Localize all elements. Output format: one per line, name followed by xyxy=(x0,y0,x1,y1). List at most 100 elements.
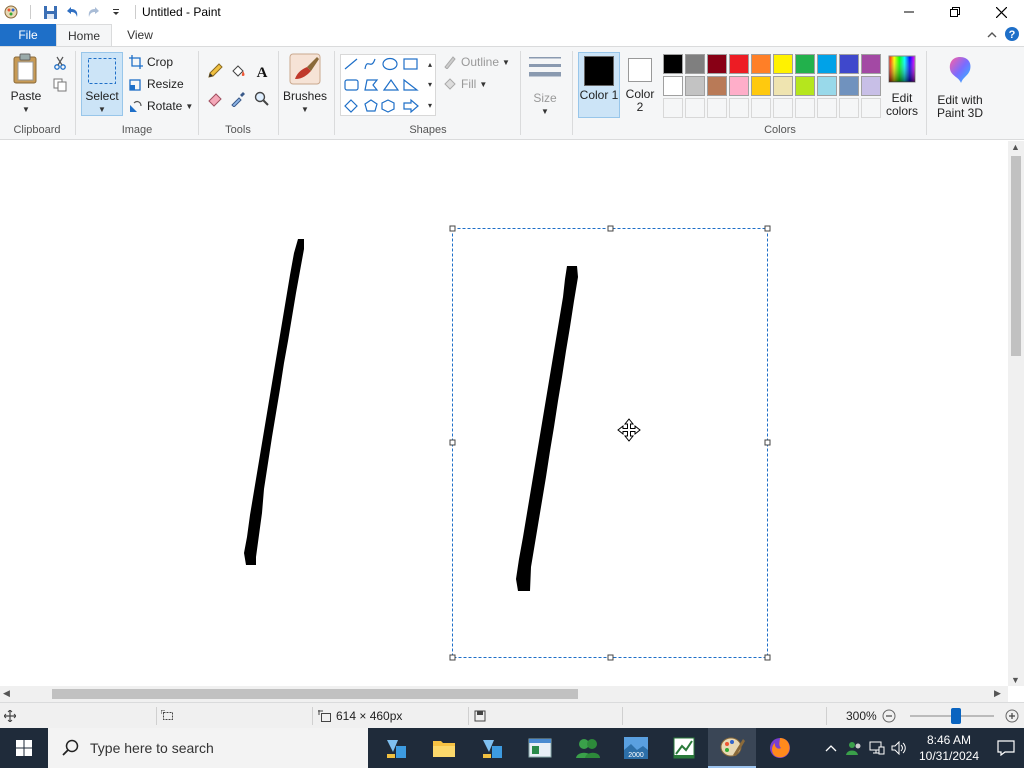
help-icon[interactable]: ? xyxy=(1004,26,1020,45)
size-button[interactable]: Size ▼ xyxy=(524,55,566,118)
text-tool-icon[interactable]: A xyxy=(254,63,270,79)
palette-swatch[interactable] xyxy=(861,54,881,74)
tab-file[interactable]: File xyxy=(0,24,56,46)
maximize-button[interactable] xyxy=(932,0,978,24)
select-button[interactable]: Select ▼ xyxy=(81,52,123,116)
cut-icon[interactable] xyxy=(52,55,68,71)
taskbar-paint-icon[interactable] xyxy=(708,728,756,768)
shapes-gallery[interactable] xyxy=(340,54,436,116)
selection-handle-n[interactable] xyxy=(607,225,614,232)
customize-qat-chevron-icon[interactable] xyxy=(107,3,125,21)
palette-swatch[interactable] xyxy=(663,76,683,96)
taskbar-app-vs-code-icon[interactable] xyxy=(372,728,420,768)
tab-view[interactable]: View xyxy=(112,24,168,46)
taskbar-app-users-icon[interactable] xyxy=(564,728,612,768)
save-icon[interactable] xyxy=(41,3,59,21)
scroll-right-icon[interactable]: ▶ xyxy=(994,688,1001,699)
fill-bucket-icon[interactable] xyxy=(230,63,246,79)
custom-color-slot[interactable] xyxy=(663,98,683,118)
zoom-in-button[interactable] xyxy=(1005,703,1019,729)
outline-button[interactable]: Outline ▼ xyxy=(442,52,510,72)
vertical-scrollbar[interactable]: ▲ ▼ xyxy=(1008,141,1024,686)
edit-with-paint3d-button[interactable]: Edit with Paint 3D xyxy=(930,55,990,120)
vertical-scroll-thumb[interactable] xyxy=(1011,156,1021,356)
paint-app-icon[interactable] xyxy=(2,3,20,21)
color2-button[interactable]: Color 2 xyxy=(622,55,658,119)
palette-swatch[interactable] xyxy=(729,54,749,74)
taskbar-app-window-icon[interactable] xyxy=(516,728,564,768)
notifications-icon[interactable] xyxy=(988,740,1024,756)
gallery-up-icon[interactable]: ▴ xyxy=(428,60,432,69)
canvas-workspace[interactable] xyxy=(0,141,1008,686)
eraser-icon[interactable] xyxy=(207,91,223,107)
scroll-up-icon[interactable]: ▲ xyxy=(1011,142,1020,152)
redo-icon[interactable] xyxy=(85,3,103,21)
custom-color-slot[interactable] xyxy=(751,98,771,118)
custom-color-slot[interactable] xyxy=(729,98,749,118)
scroll-left-icon[interactable]: ◀ xyxy=(3,688,10,699)
taskbar-app-vs-icon[interactable] xyxy=(468,728,516,768)
gallery-more-icon[interactable]: ▾ xyxy=(428,101,432,110)
horizontal-scroll-thumb[interactable] xyxy=(52,689,578,699)
custom-color-slot[interactable] xyxy=(707,98,727,118)
selection-handle-w[interactable] xyxy=(449,439,456,446)
selection-handle-nw[interactable] xyxy=(449,225,456,232)
scroll-down-icon[interactable]: ▼ xyxy=(1011,675,1020,685)
rotate-button[interactable]: Rotate ▼ xyxy=(128,96,193,116)
color-picker-icon[interactable] xyxy=(230,91,246,107)
selection-handle-e[interactable] xyxy=(764,439,771,446)
palette-swatch[interactable] xyxy=(663,54,683,74)
custom-color-slot[interactable] xyxy=(861,98,881,118)
brushes-button[interactable]: Brushes ▼ xyxy=(282,53,328,116)
selection-rectangle[interactable] xyxy=(452,228,768,658)
palette-swatch[interactable] xyxy=(685,76,705,96)
horizontal-scrollbar[interactable]: ◀ ▶ xyxy=(0,686,1008,702)
start-button[interactable] xyxy=(0,728,48,768)
selection-handle-s[interactable] xyxy=(607,654,614,661)
palette-swatch[interactable] xyxy=(773,54,793,74)
custom-color-slot[interactable] xyxy=(839,98,859,118)
minimize-ribbon-chevron-icon[interactable] xyxy=(986,29,998,43)
custom-color-slot[interactable] xyxy=(795,98,815,118)
custom-color-slot[interactable] xyxy=(685,98,705,118)
network-icon[interactable] xyxy=(866,741,888,755)
zoom-out-button[interactable] xyxy=(882,703,896,729)
gallery-down-icon[interactable]: ▾ xyxy=(428,80,432,89)
taskbar-firefox-icon[interactable] xyxy=(756,728,804,768)
palette-swatch[interactable] xyxy=(707,76,727,96)
palette-swatch[interactable] xyxy=(685,54,705,74)
copy-icon[interactable] xyxy=(52,77,68,93)
palette-swatch[interactable] xyxy=(817,76,837,96)
custom-color-slot[interactable] xyxy=(773,98,793,118)
canvas-drawing[interactable] xyxy=(0,141,1008,686)
tab-home[interactable]: Home xyxy=(56,24,112,46)
palette-swatch[interactable] xyxy=(751,76,771,96)
taskbar-file-explorer-icon[interactable] xyxy=(420,728,468,768)
pencil-icon[interactable] xyxy=(207,63,223,79)
palette-swatch[interactable] xyxy=(707,54,727,74)
palette-swatch[interactable] xyxy=(795,54,815,74)
resize-button[interactable]: Resize xyxy=(128,74,184,94)
zoom-slider-thumb[interactable] xyxy=(951,708,962,724)
show-hidden-icons-chevron-icon[interactable] xyxy=(820,744,842,752)
palette-swatch[interactable] xyxy=(839,76,859,96)
palette-swatch[interactable] xyxy=(839,54,859,74)
selection-handle-sw[interactable] xyxy=(449,654,456,661)
magnifier-icon[interactable] xyxy=(254,91,270,107)
tray-app-users-icon[interactable] xyxy=(842,741,866,755)
volume-icon[interactable] xyxy=(888,741,910,755)
palette-swatch[interactable] xyxy=(729,76,749,96)
custom-color-slot[interactable] xyxy=(817,98,837,118)
palette-swatch[interactable] xyxy=(795,76,815,96)
taskbar-clock[interactable]: 8:46 AM 10/31/2024 xyxy=(910,732,988,764)
undo-icon[interactable] xyxy=(63,3,81,21)
edit-colors-button[interactable]: Edit colors xyxy=(882,55,922,118)
palette-swatch[interactable] xyxy=(773,76,793,96)
fill-button[interactable]: Fill ▼ xyxy=(442,74,487,94)
color1-button[interactable]: Color 1 xyxy=(578,52,620,118)
taskbar-search-box[interactable]: Type here to search xyxy=(48,728,368,768)
selection-handle-se[interactable] xyxy=(764,654,771,661)
minimize-button[interactable] xyxy=(886,0,932,24)
palette-swatch[interactable] xyxy=(861,76,881,96)
palette-swatch[interactable] xyxy=(817,54,837,74)
